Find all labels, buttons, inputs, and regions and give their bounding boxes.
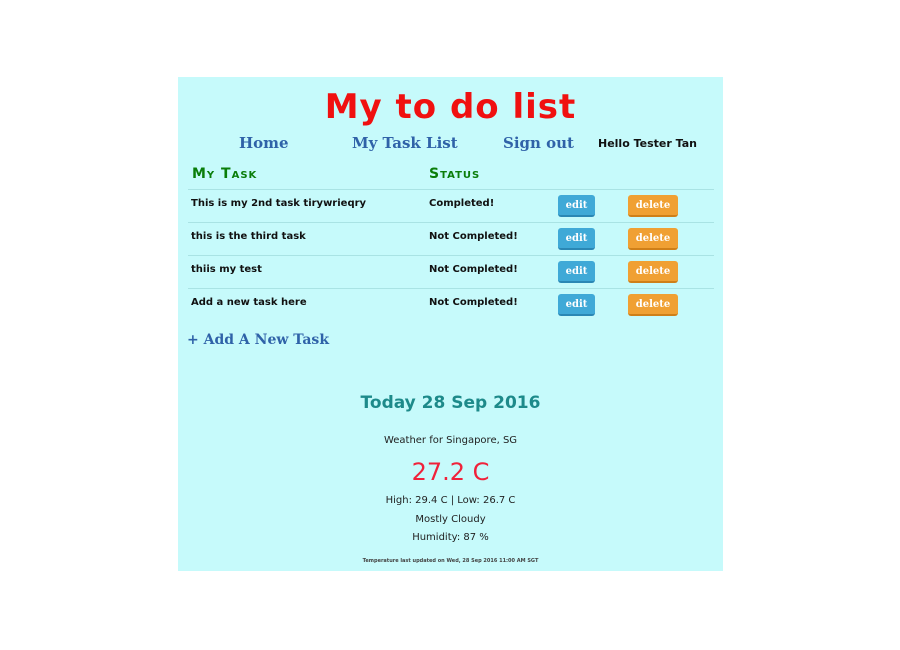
task-name: this is the third task	[191, 231, 306, 242]
add-new-task-link[interactable]: + Add A New Task	[187, 332, 329, 348]
column-header-task: My Task	[192, 166, 258, 182]
nav-bar: Home My Task List Sign out Hello Tester …	[178, 134, 723, 154]
task-status: Not Completed!	[429, 264, 518, 275]
nav-sign-out-link[interactable]: Sign out	[503, 134, 574, 152]
column-header-status: Status	[429, 166, 481, 182]
edit-button[interactable]: edit	[558, 195, 595, 217]
delete-button[interactable]: delete	[628, 228, 678, 250]
table-row: this is the third task Not Completed! ed…	[188, 222, 714, 255]
task-name: This is my 2nd task tirywrieqry	[191, 198, 367, 209]
humidity: Humidity: 87 %	[412, 532, 489, 543]
task-name: thiis my test	[191, 264, 262, 275]
delete-button[interactable]: delete	[628, 294, 678, 316]
task-name: Add a new task here	[191, 297, 307, 308]
edit-button[interactable]: edit	[558, 294, 595, 316]
table-row: Add a new task here Not Completed! edit …	[188, 288, 714, 321]
table-row: thiis my test Not Completed! edit delete	[188, 255, 714, 288]
user-greeting: Hello Tester Tan	[598, 137, 697, 150]
page-title: My to do list	[324, 87, 577, 127]
app-container: My to do list Home My Task List Sign out…	[178, 77, 723, 571]
weather-location: Weather for Singapore, SG	[383, 435, 518, 446]
delete-button[interactable]: delete	[628, 261, 678, 283]
weather-condition: Mostly Cloudy	[415, 514, 486, 525]
task-status: Not Completed!	[429, 231, 518, 242]
edit-button[interactable]: edit	[558, 261, 595, 283]
task-status: Completed!	[429, 198, 495, 209]
task-status: Not Completed!	[429, 297, 518, 308]
edit-button[interactable]: edit	[558, 228, 595, 250]
delete-button[interactable]: delete	[628, 195, 678, 217]
today-date: Today 28 Sep 2016	[360, 393, 541, 413]
high-low-temperature: High: 29.4 C | Low: 26.7 C	[385, 495, 516, 506]
task-table: This is my 2nd task tirywrieqry Complete…	[188, 189, 714, 321]
table-row: This is my 2nd task tirywrieqry Complete…	[188, 189, 714, 222]
last-updated-text: Temperature last updated on Wed, 28 Sep …	[362, 558, 539, 564]
nav-home-link[interactable]: Home	[239, 134, 289, 152]
nav-task-list-link[interactable]: My Task List	[352, 134, 458, 152]
current-temperature: 27.2 C	[411, 458, 490, 486]
